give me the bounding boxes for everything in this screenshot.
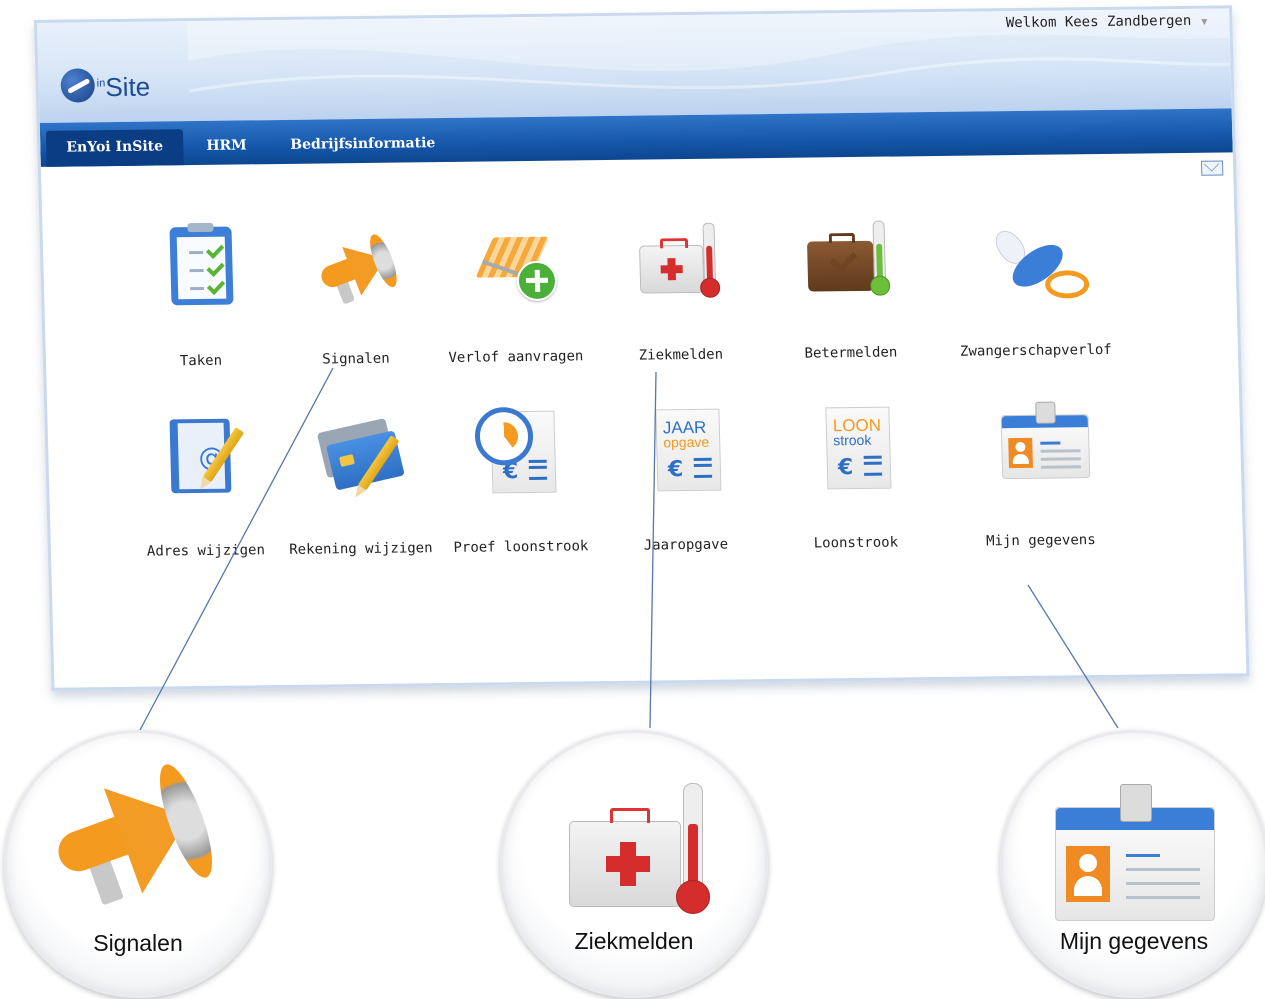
address-book-edit-icon: @ — [157, 410, 249, 501]
tile-ziekmelden[interactable]: Ziekmelden — [592, 214, 766, 364]
first-aid-thermometer-icon — [569, 783, 719, 933]
tile-rekening-wijzigen[interactable]: Rekening wijzigen — [272, 408, 446, 558]
megaphone-icon — [47, 758, 223, 917]
tile-loonstrook[interactable]: LOON strook € Loonstrook — [767, 402, 941, 552]
tile-signalen[interactable]: Signalen — [267, 218, 441, 368]
chevron-down-icon[interactable]: ▼ — [1201, 17, 1207, 28]
tile-mijn-gegevens[interactable]: Mijn gegevens — [952, 400, 1126, 550]
tile-label: Jaaropgave — [643, 536, 729, 554]
zoom-mijn-gegevens: Mijn gegevens — [1000, 730, 1265, 998]
tile-label: Adres wijzigen — [146, 542, 266, 560]
zoom-label: Signalen — [93, 930, 183, 956]
tile-label: Rekening wijzigen — [289, 540, 433, 558]
clipboard-checklist-icon — [152, 220, 244, 311]
tile-proef-loonstrook[interactable]: € Proef loonstrook — [432, 406, 606, 556]
tab-enyoi-insite[interactable]: EnYoi InSite — [45, 129, 184, 167]
logo-mark-icon — [60, 68, 96, 103]
first-aid-thermometer-icon — [632, 215, 724, 306]
tile-label: Ziekmelden — [638, 346, 724, 364]
bank-card-edit-icon — [312, 409, 405, 500]
zoom-label: Ziekmelden — [574, 928, 694, 954]
tile-label: Betermelden — [804, 344, 898, 362]
tile-label: Verlof aanvragen — [448, 348, 584, 366]
header: inSite Welkom Kees Zandbergen ▼ — [37, 7, 1250, 123]
zoom-signalen: Signalen — [4, 730, 272, 998]
tile-label: Zwangerschapverlof — [959, 341, 1112, 360]
tile-adres-wijzigen[interactable]: @ Adres wijzigen — [117, 410, 291, 560]
mail-icon[interactable] — [1200, 160, 1224, 176]
annual-statement-icon: JAAR opgave € — [637, 405, 729, 496]
tile-zwangerschapverlof[interactable]: Zwangerschapverlof — [932, 210, 1136, 360]
tile-betermelden[interactable]: Betermelden — [762, 212, 936, 362]
zoom-label: Mijn gegevens — [1059, 928, 1209, 954]
tile-grid: Taken Signalen Verlof aanvragen Ziekmeld… — [42, 198, 1234, 560]
tile-taken[interactable]: Taken — [112, 220, 286, 370]
id-badge-icon — [992, 400, 1091, 491]
tile-label: Signalen — [322, 350, 390, 368]
tile-label: Proef loonstrook — [453, 538, 589, 556]
welcome-user-menu[interactable]: Welkom Kees Zandbergen ▼ — [1006, 13, 1208, 31]
beach-chair-add-icon — [467, 217, 559, 308]
megaphone-icon — [307, 219, 403, 310]
tab-hrm[interactable]: HRM — [186, 128, 267, 165]
clock-document-icon: € — [472, 406, 564, 498]
logo-text: inSite — [96, 71, 151, 102]
tile-verlof-aanvragen[interactable]: Verlof aanvragen — [427, 216, 601, 366]
tile-jaaropgave[interactable]: JAAR opgave € Jaaropgave — [597, 404, 771, 554]
payslip-icon: LOON strook € — [807, 402, 899, 493]
tile-label: Mijn gegevens — [985, 532, 1096, 550]
app-window: inSite Welkom Kees Zandbergen ▼ EnYoi InS… — [34, 5, 1250, 691]
pacifier-icon — [987, 210, 1090, 301]
welcome-text: Welkom Kees Zandbergen — [1005, 12, 1192, 32]
tab-bedrijfsinformatie[interactable]: Bedrijfsinformatie — [270, 126, 456, 164]
zoom-ziekmelden: Ziekmelden — [500, 730, 768, 998]
insite-logo[interactable]: inSite — [60, 68, 151, 103]
id-badge-icon — [1055, 783, 1215, 933]
tile-label: Loonstrook — [813, 534, 899, 552]
tile-label: Taken — [179, 352, 223, 370]
briefcase-thermometer-icon — [802, 213, 894, 304]
